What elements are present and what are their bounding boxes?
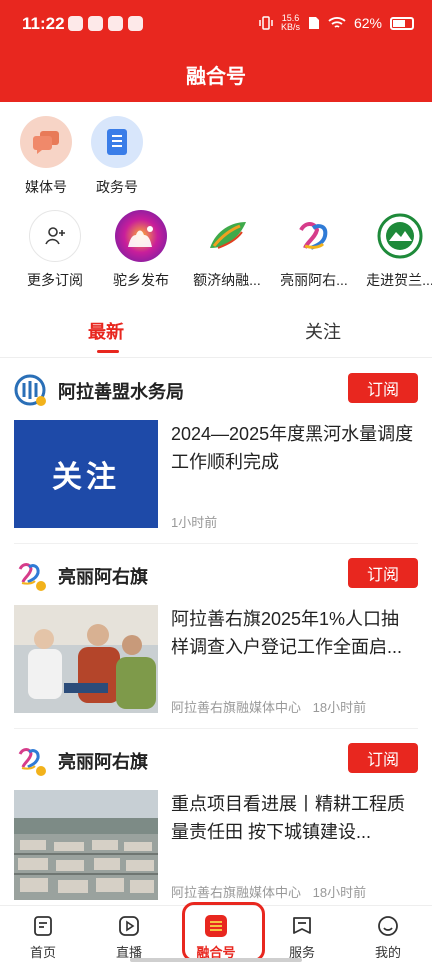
- tab-active-indicator: [97, 350, 119, 353]
- article-title[interactable]: 重点项目看进展丨精耕工程质量责任田 按下城镇建设...: [171, 790, 417, 846]
- tab-latest[interactable]: 最新: [88, 318, 124, 344]
- notification-icons: [68, 16, 143, 31]
- wifi-icon: [328, 17, 346, 28]
- article-time: 18小时前: [312, 885, 367, 900]
- document-icon: [91, 116, 143, 168]
- feed-divider: [14, 543, 418, 544]
- article-meta: 1小时前: [171, 512, 217, 531]
- article-time: 1小时前: [171, 515, 218, 530]
- subscription-label: 更多订阅: [27, 272, 83, 288]
- ayq-logo: [288, 210, 340, 262]
- subscription-item[interactable]: 走进贺兰...: [357, 210, 432, 290]
- app-header: 11:22 15.6 KB/s 62% 融合号: [0, 0, 432, 102]
- article-meta: 阿拉善右旗融媒体中心 18小时前: [171, 697, 366, 716]
- ayq-source-logo[interactable]: [14, 744, 46, 776]
- net-speed: 15.6 KB/s: [280, 13, 300, 32]
- nav-live[interactable]: 直播: [99, 914, 159, 961]
- subscription-label: 驼乡发布: [113, 272, 169, 288]
- subscribe-button[interactable]: 订阅: [348, 743, 418, 773]
- camel-logo: [115, 210, 167, 262]
- notification-icon: [128, 16, 143, 31]
- category-media[interactable]: 媒体号: [11, 116, 81, 197]
- feed-source-row: 亮丽阿右旗 订阅: [14, 557, 418, 593]
- aerial-town-photo: [14, 790, 158, 900]
- article-thumbnail[interactable]: [14, 605, 158, 713]
- tab-divider: [0, 357, 432, 358]
- vibrate-icon: [259, 16, 273, 30]
- subscription-label: 亮丽阿右...: [280, 272, 348, 288]
- subscription-label: 走进贺兰...: [366, 272, 432, 288]
- article-time: 18小时前: [312, 700, 367, 715]
- feed-source-row: 亮丽阿右旗 订阅: [14, 742, 418, 778]
- category-government[interactable]: 政务号: [82, 116, 152, 197]
- service-icon: [290, 914, 314, 938]
- notification-icon: [88, 16, 103, 31]
- nav-home[interactable]: 首页: [13, 914, 73, 961]
- subscribe-button[interactable]: 订阅: [348, 558, 418, 588]
- smile-icon: [376, 914, 400, 938]
- nav-mine[interactable]: 我的: [358, 914, 418, 961]
- source-name[interactable]: 亮丽阿右旗: [58, 563, 148, 589]
- water-bureau-logo[interactable]: [14, 374, 46, 406]
- page-title: 融合号: [186, 66, 246, 88]
- home-indicator[interactable]: [130, 958, 302, 962]
- status-right: 15.6 KB/s 62%: [259, 14, 414, 32]
- notification-icon: [68, 16, 83, 31]
- article-source: 阿拉善右旗融媒体中心: [171, 885, 302, 900]
- article-title[interactable]: 阿拉善右旗2025年1%人口抽样调查入户登记工作全面启...: [171, 605, 417, 661]
- nav-label: 首页: [29, 945, 56, 960]
- subscribe-button[interactable]: 订阅: [348, 373, 418, 403]
- sim-icon: [308, 17, 319, 29]
- article-thumbnail[interactable]: [14, 790, 158, 900]
- helan-logo: [374, 210, 426, 262]
- status-time: 11:22: [22, 14, 65, 33]
- active-tab-highlight: [182, 902, 265, 962]
- ayq-source-logo[interactable]: [14, 559, 46, 591]
- census-photo: [14, 605, 158, 713]
- add-user-icon: [29, 210, 81, 262]
- subscription-item[interactable]: 额济纳融...: [184, 210, 270, 290]
- source-name[interactable]: 阿拉善盟水务局: [58, 378, 184, 404]
- battery-icon: [390, 16, 414, 30]
- notification-icon: [108, 16, 123, 31]
- leaf-logo: [201, 210, 253, 262]
- thumbnail-text: 关注: [52, 461, 120, 494]
- live-icon: [117, 914, 141, 938]
- nav-label: 我的: [374, 945, 401, 960]
- category-label: 媒体号: [25, 179, 67, 195]
- category-label: 政务号: [96, 179, 138, 195]
- status-bar: 11:22 15.6 KB/s 62%: [0, 0, 432, 50]
- subscription-label: 额济纳融...: [193, 272, 261, 288]
- article-source: 阿拉善右旗融媒体中心: [171, 700, 302, 715]
- tab-following[interactable]: 关注: [305, 318, 341, 344]
- home-icon: [31, 914, 55, 938]
- nav-service[interactable]: 服务: [272, 914, 332, 961]
- feed-source-row: 阿拉善盟水务局 订阅: [14, 372, 418, 408]
- battery-percent: 62%: [353, 15, 382, 31]
- article-title[interactable]: 2024—2025年度黑河水量调度工作顺利完成: [171, 420, 417, 476]
- article-thumbnail[interactable]: 关注: [14, 420, 158, 528]
- feed-divider: [14, 728, 418, 729]
- subscription-item[interactable]: 亮丽阿右...: [271, 210, 357, 290]
- chat-bubbles-icon: [20, 116, 72, 168]
- subscription-item[interactable]: 驼乡发布: [98, 210, 184, 290]
- source-name[interactable]: 亮丽阿右旗: [58, 748, 148, 774]
- subscription-more[interactable]: 更多订阅: [12, 210, 98, 290]
- article-meta: 阿拉善右旗融媒体中心 18小时前: [171, 882, 366, 901]
